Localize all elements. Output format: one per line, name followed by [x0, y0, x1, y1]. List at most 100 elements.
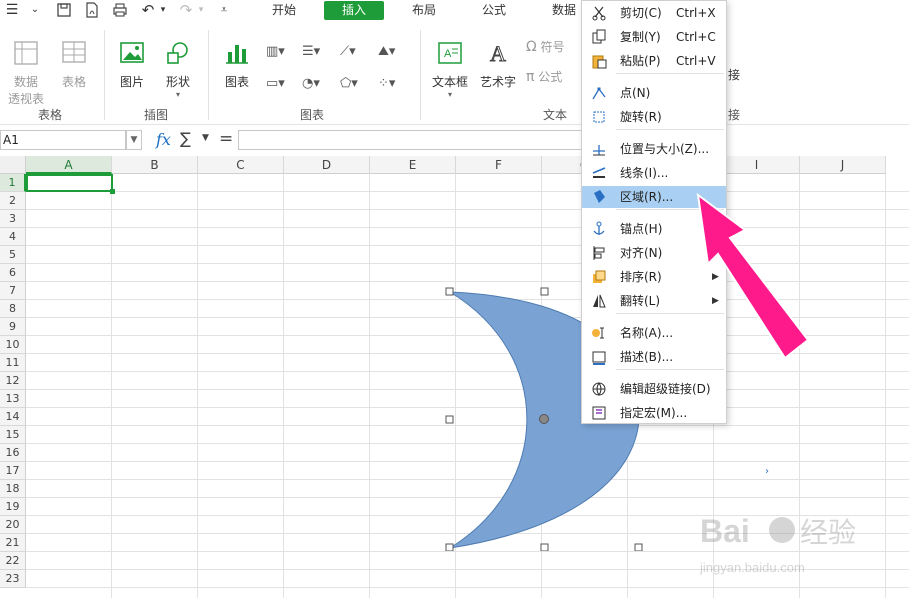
- row-header-15[interactable]: 15: [0, 426, 26, 444]
- radar-chart-icon[interactable]: ⬠▾: [340, 74, 364, 94]
- row-header-14[interactable]: 14: [0, 408, 26, 426]
- menu-item-rotate[interactable]: 旋转(R): [582, 106, 726, 128]
- resize-handle[interactable]: [445, 543, 454, 551]
- row-header-16[interactable]: 16: [0, 444, 26, 462]
- pdf-export-icon[interactable]: [84, 2, 100, 18]
- row-header-9[interactable]: 9: [0, 318, 26, 336]
- menu-item-scissors[interactable]: 剪切(C) Ctrl+X: [582, 2, 726, 24]
- redo-dropdown-icon[interactable]: ▾: [196, 2, 206, 18]
- name-box[interactable]: A1: [0, 130, 126, 150]
- fill-handle[interactable]: [110, 189, 115, 194]
- column-chart-icon[interactable]: ▥▾: [266, 42, 290, 62]
- tab-data[interactable]: 数据: [542, 0, 586, 22]
- row-header-5[interactable]: 5: [0, 246, 26, 264]
- customize-toolbar-icon[interactable]: ⩡: [216, 2, 232, 18]
- column-header-f[interactable]: F: [456, 156, 542, 174]
- row-header-1[interactable]: 1: [0, 174, 26, 192]
- tab-formulas[interactable]: 公式: [472, 0, 516, 22]
- row-header-18[interactable]: 18: [0, 480, 26, 498]
- textbox-label: 文本框: [431, 75, 468, 89]
- resize-handle[interactable]: [445, 287, 454, 296]
- row-header-6[interactable]: 6: [0, 264, 26, 282]
- symbol-button[interactable]: Ω 符号: [526, 38, 576, 55]
- shapes-button[interactable]: 形状 ▾: [160, 40, 196, 99]
- pivot-table-button[interactable]: 数据 透视表: [6, 40, 46, 107]
- row-header-7[interactable]: 7: [0, 282, 26, 300]
- formula-input[interactable]: [238, 130, 583, 150]
- table-button[interactable]: 表格: [56, 40, 92, 90]
- row-header-19[interactable]: 19: [0, 498, 26, 516]
- gridline-vertical: [111, 174, 112, 598]
- column-header-d[interactable]: D: [284, 156, 370, 174]
- row-header-3[interactable]: 3: [0, 210, 26, 228]
- menu-item-assign-macro[interactable]: 指定宏(M)...: [582, 402, 726, 424]
- column-header-a[interactable]: A: [26, 156, 112, 174]
- menu-item-copy[interactable]: 复制(Y) Ctrl+C: [582, 26, 726, 48]
- print-icon[interactable]: [112, 2, 128, 18]
- redo-icon[interactable]: ↷: [178, 2, 194, 18]
- chart-button[interactable]: 图表: [218, 40, 256, 90]
- row-header-17[interactable]: 17: [0, 462, 26, 480]
- menu-icon[interactable]: ☰: [4, 2, 20, 18]
- pie-chart-icon[interactable]: ◔▾: [302, 74, 326, 94]
- adjust-handle[interactable]: [539, 414, 549, 424]
- save-icon[interactable]: [56, 2, 72, 18]
- row-header-10[interactable]: 10: [0, 336, 26, 354]
- tab-home[interactable]: 开始: [262, 0, 306, 22]
- menu-item-shortcut: Ctrl+C: [676, 30, 716, 44]
- resize-handle[interactable]: [540, 287, 549, 296]
- wordart-button[interactable]: A 艺术字: [476, 40, 520, 90]
- picture-icon: [120, 42, 144, 63]
- menu-item-edit-points[interactable]: 点(N): [582, 82, 726, 104]
- description-icon: [592, 351, 606, 365]
- stock-chart-icon[interactable]: ▭▾: [266, 74, 290, 94]
- chevron-down-icon: ▾: [175, 90, 180, 99]
- baidu-watermark-logo: Bai 经验 jingyan.baidu.com: [700, 513, 856, 575]
- row-header-12[interactable]: 12: [0, 372, 26, 390]
- scatter-chart-icon[interactable]: ⁘▾: [378, 74, 402, 94]
- table-icon: [62, 41, 86, 63]
- line-chart-icon[interactable]: ⟋▾: [340, 42, 364, 62]
- row-header-23[interactable]: 23: [0, 570, 26, 588]
- tab-layout[interactable]: 布局: [402, 0, 446, 22]
- resize-handle[interactable]: [540, 543, 549, 551]
- active-cell[interactable]: [26, 174, 113, 192]
- autosum-icon[interactable]: ∑: [180, 129, 191, 148]
- textbox-button[interactable]: A 文本框 ▾: [428, 40, 472, 99]
- chevron-down-icon[interactable]: ▼: [126, 130, 142, 150]
- menu-item-line-style[interactable]: 线条(I)...: [582, 162, 726, 184]
- column-header-b[interactable]: B: [112, 156, 198, 174]
- row-header-2[interactable]: 2: [0, 192, 26, 210]
- resize-handle[interactable]: [445, 415, 454, 424]
- row-header-4[interactable]: 4: [0, 228, 26, 246]
- picture-button[interactable]: 图片: [114, 40, 150, 90]
- row-header-22[interactable]: 22: [0, 552, 26, 570]
- menu-item-paste[interactable]: 粘贴(P) Ctrl+V: [582, 50, 726, 72]
- menu-item-label: 粘贴(P): [620, 54, 661, 68]
- insert-function-icon[interactable]: fx: [156, 130, 171, 149]
- undo-dropdown-icon[interactable]: ▾: [158, 2, 168, 18]
- select-all-corner[interactable]: [0, 156, 26, 174]
- row-header-8[interactable]: 8: [0, 300, 26, 318]
- row-header-21[interactable]: 21: [0, 534, 26, 552]
- row-header-11[interactable]: 11: [0, 354, 26, 372]
- tab-insert[interactable]: 插入: [324, 1, 384, 20]
- area-chart-icon[interactable]: ⛰▾: [378, 42, 402, 62]
- row-header-20[interactable]: 20: [0, 516, 26, 534]
- group-label-charts: 图表: [299, 108, 324, 122]
- resize-handle[interactable]: [634, 543, 643, 551]
- menu-item-shortcut: Ctrl+X: [676, 6, 716, 20]
- chevron-down-icon[interactable]: ⌄: [28, 2, 42, 18]
- equation-button[interactable]: π 公式: [526, 68, 576, 85]
- equals-icon[interactable]: =: [219, 129, 233, 149]
- bar-chart-horizontal-icon[interactable]: ☰▾: [302, 42, 326, 62]
- row-header-13[interactable]: 13: [0, 390, 26, 408]
- chevron-down-icon[interactable]: ▼: [202, 133, 209, 143]
- undo-icon[interactable]: ↶: [140, 2, 156, 18]
- menu-item-position-size[interactable]: 位置与大小(Z)...: [582, 138, 726, 160]
- shapes-icon: [167, 42, 188, 64]
- column-header-j[interactable]: J: [800, 156, 886, 174]
- column-header-c[interactable]: C: [198, 156, 284, 174]
- menu-item-hyperlink[interactable]: 编辑超级链接(D): [582, 378, 726, 400]
- column-header-e[interactable]: E: [370, 156, 456, 174]
